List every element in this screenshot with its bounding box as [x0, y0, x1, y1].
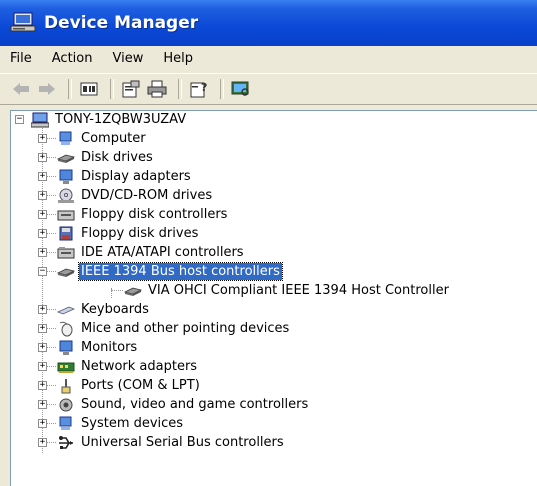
expand-toggle[interactable]: + [38, 362, 47, 371]
toolbar-separator [110, 79, 114, 99]
toolbar-separator [68, 79, 72, 99]
network-adapter-icon [57, 359, 75, 375]
view-list-icon[interactable] [78, 78, 100, 100]
tree-node-disk-drives[interactable]: + Disk drives [35, 148, 155, 167]
tree-node-label: Computer [81, 131, 146, 146]
tree-node-floppy-drives[interactable]: + Floppy disk drives [35, 224, 200, 243]
tree-node-label: Ports (COM & LPT) [81, 378, 200, 393]
menu-file[interactable]: File [10, 49, 42, 69]
ide-controller-icon [57, 245, 75, 261]
display-adapter-icon [57, 169, 75, 185]
mouse-icon [57, 321, 75, 337]
tree-node-dvd-cdrom[interactable]: + DVD/CD-ROM drives [35, 186, 214, 205]
expand-toggle[interactable]: + [38, 419, 47, 428]
tree-node-monitors[interactable]: + Monitors [35, 338, 139, 357]
usb-icon [57, 435, 75, 451]
expand-toggle[interactable]: + [38, 134, 47, 143]
device-manager-window: Device Manager File Action View Help ? −… [0, 0, 537, 486]
menu-action[interactable]: Action [42, 49, 103, 69]
tree-node-sound[interactable]: + Sound, video and game controllers [35, 395, 310, 414]
svg-text:?: ? [201, 81, 207, 94]
tree-node-system-devices[interactable]: + System devices [35, 414, 185, 433]
print-icon[interactable] [146, 78, 168, 100]
tree-node-label: Display adapters [81, 169, 191, 184]
device-manager-icon [10, 12, 36, 34]
tree-node-label: Keyboards [81, 302, 149, 317]
expand-toggle[interactable]: + [38, 381, 47, 390]
tree-node-label: Floppy disk controllers [81, 207, 228, 222]
tree-node-via-ohci[interactable]: VIA OHCI Compliant IEEE 1394 Host Contro… [104, 281, 451, 300]
tree-node-label: System devices [81, 416, 184, 431]
floppy-drive-icon [57, 226, 75, 242]
tree-node-computer[interactable]: + Computer [35, 129, 148, 148]
expand-toggle[interactable]: + [38, 172, 47, 181]
cdrom-icon [57, 188, 75, 204]
sound-icon [57, 397, 75, 413]
forward-icon[interactable] [36, 78, 58, 100]
collapse-toggle[interactable]: − [15, 115, 24, 124]
tree-node-ieee1394[interactable]: − IEEE 1394 Bus host controllers [35, 262, 283, 281]
expand-toggle[interactable]: + [38, 438, 47, 447]
expand-toggle[interactable]: + [38, 191, 47, 200]
keyboard-icon [56, 302, 76, 318]
system-device-icon [57, 416, 75, 432]
floppy-controller-icon [57, 207, 75, 223]
tree-node-usb[interactable]: + Universal Serial Bus controllers [35, 433, 286, 452]
properties-icon[interactable] [120, 78, 142, 100]
title-bar[interactable]: Device Manager [0, 0, 537, 46]
monitor-icon [57, 340, 75, 356]
expand-toggle[interactable]: + [38, 324, 47, 333]
tree-node-network-adapters[interactable]: + Network adapters [35, 357, 199, 376]
expand-toggle[interactable]: + [38, 229, 47, 238]
computer-icon [57, 131, 75, 147]
tree-node-label: Floppy disk drives [81, 226, 199, 241]
expand-toggle[interactable]: + [38, 153, 47, 162]
tree-node-ide-controllers[interactable]: + IDE ATA/ATAPI controllers [35, 243, 246, 262]
tree-node-label: VIA OHCI Compliant IEEE 1394 Host Contro… [148, 283, 449, 298]
expand-toggle[interactable]: + [38, 248, 47, 257]
computer-root-icon [30, 112, 50, 128]
help-icon[interactable]: ? [188, 78, 210, 100]
tree-connector [111, 290, 123, 291]
disk-drive-icon [56, 150, 76, 166]
toolbar-separator [178, 79, 182, 99]
tree-node-label: Mice and other pointing devices [81, 321, 290, 336]
tree-node-keyboards[interactable]: + Keyboards [35, 300, 151, 319]
expand-toggle[interactable]: + [38, 400, 47, 409]
tree-node-label: Sound, video and game controllers [81, 397, 309, 412]
scan-hardware-icon[interactable] [230, 78, 252, 100]
device-tree-pane[interactable]: − TONY-1ZQBW3UZAV + Computer + Disk driv… [10, 110, 537, 486]
expand-toggle[interactable]: + [38, 210, 47, 219]
tree-root-label: TONY-1ZQBW3UZAV [55, 112, 187, 127]
tree-node-label: Universal Serial Bus controllers [81, 435, 284, 450]
menu-bar: File Action View Help [0, 46, 537, 72]
tree-node-label: IDE ATA/ATAPI controllers [81, 245, 244, 260]
toolbar-separator [220, 79, 224, 99]
window-title: Device Manager [44, 13, 199, 33]
menu-help[interactable]: Help [153, 49, 203, 69]
tree-node-label: Network adapters [81, 359, 198, 374]
ieee1394-device-icon [123, 283, 143, 299]
tree-root[interactable]: − TONY-1ZQBW3UZAV [13, 110, 188, 129]
tree-node-label: Monitors [81, 340, 138, 355]
tree-node-mice[interactable]: + Mice and other pointing devices [35, 319, 291, 338]
tree-node-label: DVD/CD-ROM drives [81, 188, 213, 203]
expand-toggle[interactable]: + [38, 343, 47, 352]
menu-view[interactable]: View [102, 49, 153, 69]
expand-toggle[interactable]: + [38, 305, 47, 314]
toolbar: ? [0, 73, 537, 105]
tree-node-floppy-controllers[interactable]: + Floppy disk controllers [35, 205, 229, 224]
back-icon[interactable] [10, 78, 32, 100]
tree-node-label: Disk drives [81, 150, 153, 165]
port-icon [57, 378, 75, 394]
tree-node-display-adapters[interactable]: + Display adapters [35, 167, 193, 186]
tree-node-ports[interactable]: + Ports (COM & LPT) [35, 376, 202, 395]
collapse-toggle[interactable]: − [38, 267, 47, 276]
ieee1394-icon [56, 264, 76, 280]
tree-node-label: IEEE 1394 Bus host controllers [78, 262, 283, 281]
